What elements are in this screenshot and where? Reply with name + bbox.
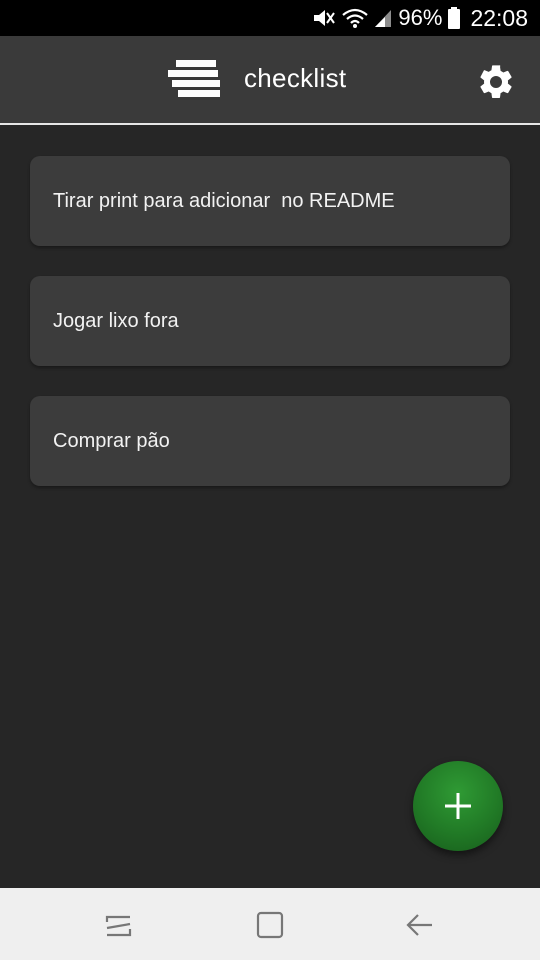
plus-icon <box>445 793 471 819</box>
back-button[interactable] <box>400 908 440 942</box>
recent-apps-button[interactable] <box>98 908 138 942</box>
wifi-icon <box>342 7 369 29</box>
gear-icon <box>480 65 512 98</box>
battery-percent: 96% <box>398 5 443 30</box>
signal-icon <box>374 8 392 28</box>
stacked-lines-logo <box>166 58 222 102</box>
task-label: Jogar lixo fora <box>53 309 179 332</box>
home-icon <box>256 911 284 939</box>
mute-icon <box>312 7 336 29</box>
navigation-bar <box>0 888 540 960</box>
home-button[interactable] <box>250 908 290 942</box>
list-item[interactable]: Jogar lixo fora <box>30 276 510 366</box>
screen: 96% 22:08 checklist Tirar print para adi… <box>0 0 540 960</box>
task-list: Tirar print para adicionar no README Jog… <box>30 156 510 516</box>
task-label: Tirar print para adicionar no README <box>53 189 395 212</box>
back-icon <box>406 914 432 936</box>
status-bar: 96% 22:08 <box>0 0 540 36</box>
add-task-button[interactable] <box>413 761 503 851</box>
settings-button[interactable] <box>472 58 520 106</box>
battery-icon <box>448 7 461 29</box>
task-label: Comprar pão <box>53 429 170 452</box>
clock: 22:08 <box>470 4 528 31</box>
app-bar: checklist <box>0 36 540 125</box>
list-item[interactable]: Tirar print para adicionar no README <box>30 156 510 246</box>
page-title: checklist <box>244 63 347 93</box>
recent-apps-icon <box>105 915 132 937</box>
list-item[interactable]: Comprar pão <box>30 396 510 486</box>
